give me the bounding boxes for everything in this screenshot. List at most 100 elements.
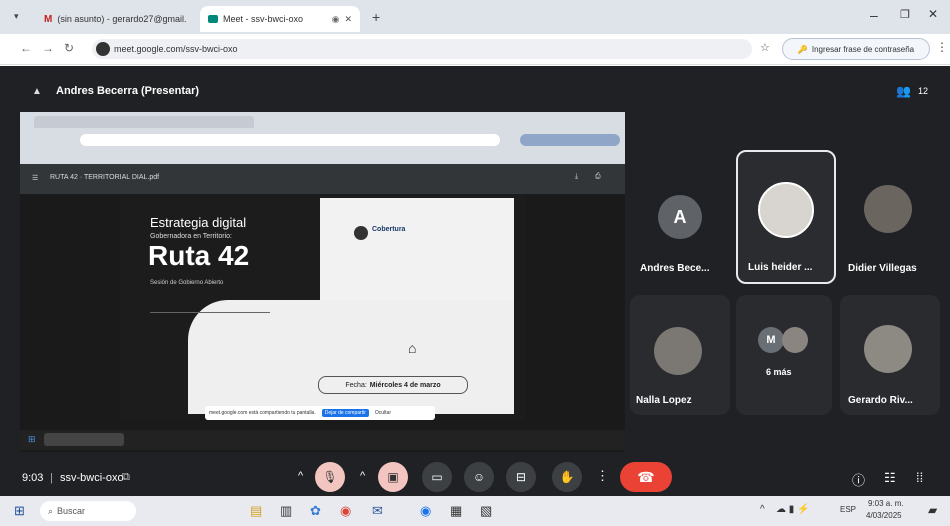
avatar — [864, 325, 912, 373]
emoji-button[interactable]: ☺ — [464, 462, 494, 492]
language-indicator[interactable]: ESP — [840, 505, 856, 514]
slide-small-text: Sesión de Gobierno Abierto — [150, 280, 224, 286]
tab-gmail[interactable]: M (sin asunto) - gerardo27@gmail.com ✕ — [36, 6, 186, 32]
separator: | — [50, 472, 53, 484]
activities-icon[interactable]: ⁞⁞ — [916, 470, 923, 485]
participant-tile[interactable]: Nalla Lopez — [630, 295, 730, 415]
raise-hand-button[interactable]: ✋ — [552, 462, 582, 492]
screen-share-notice: meet.google.com está compartiendo tu pan… — [205, 406, 435, 420]
windows-taskbar: ⊞ ⌕ Buscar ▤ ▥ ✿ ◉ ✉ ◉ ▦ ▧ ^ ☁ ▮ ⚡ ESP 9… — [0, 496, 950, 526]
browser-tab-bar: ▾ M (sin asunto) - gerardo27@gmail.com ✕… — [0, 0, 950, 34]
shared-taskbar: ⊞ — [20, 430, 625, 450]
close-window-icon[interactable]: ✕ — [928, 7, 938, 21]
participant-tile[interactable]: Gerardo Riv... — [840, 295, 940, 415]
map-marker-icon: ⌂ — [408, 340, 417, 356]
pdf-toolbar: ☰ RUTA 42 · TERRITORIAL DIAL.pdf ⤓ ⎙ — [20, 164, 625, 194]
participant-tile-more[interactable]: M 6 más — [736, 295, 832, 415]
slide-logo-text: Cobertura — [372, 226, 406, 233]
tab-gmail-label: (sin asunto) - gerardo27@gmail.com — [57, 14, 186, 24]
present-button[interactable]: ▭ — [422, 462, 452, 492]
shared-browser-chrome — [20, 112, 625, 164]
password-button[interactable]: 🔑 Ingresar frase de contraseña — [782, 38, 930, 60]
close-icon[interactable]: ✕ — [344, 14, 352, 25]
stop-sharing-button: Dejar de compartir — [321, 409, 369, 417]
chevron-up-icon[interactable]: ^ — [360, 470, 365, 482]
copy-icon[interactable]: ⧉ — [122, 471, 130, 484]
key-icon: 🔑 — [797, 44, 808, 54]
avatar — [758, 182, 814, 238]
slide-date-label: Fecha: — [345, 381, 367, 389]
windows-start-icon[interactable]: ⊞ — [14, 503, 25, 519]
participant-tile[interactable]: A Andres Bece... — [630, 155, 730, 285]
chevron-up-icon[interactable]: ^ — [298, 470, 303, 482]
app-icon[interactable]: ▧ — [480, 503, 492, 519]
avatar — [782, 327, 808, 353]
info-icon[interactable]: ⓘ — [852, 470, 865, 489]
slide-date-pill: Fecha: Miércoles 4 de marzo — [318, 376, 468, 394]
location-pin-icon — [354, 226, 368, 240]
maximize-icon[interactable]: ❐ — [900, 8, 910, 21]
tab-meet-label: Meet - ssv-bwci-oxo — [223, 14, 304, 24]
participant-name: Nalla Lopez — [636, 395, 692, 406]
participant-name: Gerardo Riv... — [848, 395, 913, 406]
tab-list-chevron-icon[interactable]: ▾ — [14, 11, 19, 22]
taskbar-search[interactable]: ⌕ Buscar — [40, 501, 136, 521]
participants-icon[interactable]: 👥 — [896, 84, 911, 98]
chrome-icon[interactable]: ◉ — [420, 503, 431, 519]
password-button-label: Ingresar frase de contraseña — [811, 44, 915, 54]
tray-chevron-icon[interactable]: ^ — [760, 504, 765, 515]
shared-windows-icon: ⊞ — [28, 434, 36, 444]
reload-icon[interactable]: ↻ — [64, 41, 74, 55]
camera-button[interactable]: ▣ — [378, 462, 408, 492]
participant-name: Andres Bece... — [640, 263, 710, 274]
share-notice-text: meet.google.com está compartiendo tu pan… — [209, 410, 316, 416]
gmail-icon: M — [44, 13, 53, 25]
hide-button: Ocultar — [374, 410, 391, 416]
slide-date-value: Miércoles 4 de marzo — [369, 381, 441, 389]
new-tab-button[interactable]: + — [372, 9, 380, 25]
url-input[interactable]: meet.google.com/ssv-bwci-oxo — [92, 39, 752, 59]
avatar: M — [758, 327, 784, 353]
shared-extension-button — [520, 134, 620, 146]
download-icon: ⤓ — [575, 173, 579, 180]
slide-title: Ruta 42 — [148, 240, 250, 271]
participant-tile[interactable]: Luis heider ... — [736, 150, 836, 284]
captions-button[interactable]: ⊟ — [506, 462, 536, 492]
shared-search-box — [44, 433, 124, 446]
back-icon[interactable]: ← — [20, 41, 32, 55]
tray-icons[interactable]: ☁ ▮ ⚡ — [776, 504, 810, 515]
url-text: meet.google.com/ssv-bwci-oxo — [114, 44, 238, 54]
leave-call-button[interactable]: ☎ — [620, 462, 672, 492]
site-info-icon[interactable] — [96, 42, 110, 56]
app-icon[interactable]: ▦ — [450, 503, 462, 519]
participant-name: 6 más — [766, 367, 792, 377]
chat-icon[interactable]: ☷ — [884, 470, 896, 486]
clock-date[interactable]: 4/03/2025 — [866, 511, 902, 520]
browser-menu-icon[interactable]: ⋮ — [936, 40, 948, 54]
shared-address — [80, 134, 500, 146]
pdf-filename: RUTA 42 · TERRITORIAL DIAL.pdf — [50, 174, 160, 181]
presenting-icon: ▲ — [32, 86, 42, 97]
forward-icon[interactable]: → — [42, 41, 54, 55]
notification-icon[interactable]: ▰ — [928, 503, 937, 517]
clock-time[interactable]: 9:03 a. m. — [868, 499, 904, 508]
app-icon[interactable]: ▥ — [280, 503, 292, 519]
chrome-icon[interactable]: ◉ — [340, 503, 351, 519]
presenter-label: Andres Becerra (Presentar) — [56, 85, 200, 97]
presenter-header: ▲ Andres Becerra (Presentar) 👥 12 — [10, 74, 928, 114]
more-options-icon[interactable]: ⋮ — [596, 468, 609, 484]
avatar — [864, 185, 912, 233]
file-explorer-icon[interactable]: ▤ — [250, 503, 262, 519]
meeting-time: 9:03 — [22, 472, 44, 484]
minimize-icon[interactable]: – — [870, 7, 878, 23]
mic-button[interactable]: 🎙 — [315, 462, 345, 492]
search-icon: ⌕ — [48, 505, 54, 516]
participant-tile[interactable]: Didier Villegas — [840, 155, 940, 285]
bookmark-star-icon[interactable]: ☆ — [760, 41, 770, 54]
meet-icon — [208, 15, 218, 23]
avatar: A — [658, 195, 702, 239]
tab-meet[interactable]: Meet - ssv-bwci-oxo ◉ ✕ — [200, 6, 360, 32]
app-icon[interactable]: ✉ — [372, 503, 383, 519]
app-icon[interactable]: ✿ — [310, 503, 321, 519]
slide-logos — [150, 312, 270, 335]
